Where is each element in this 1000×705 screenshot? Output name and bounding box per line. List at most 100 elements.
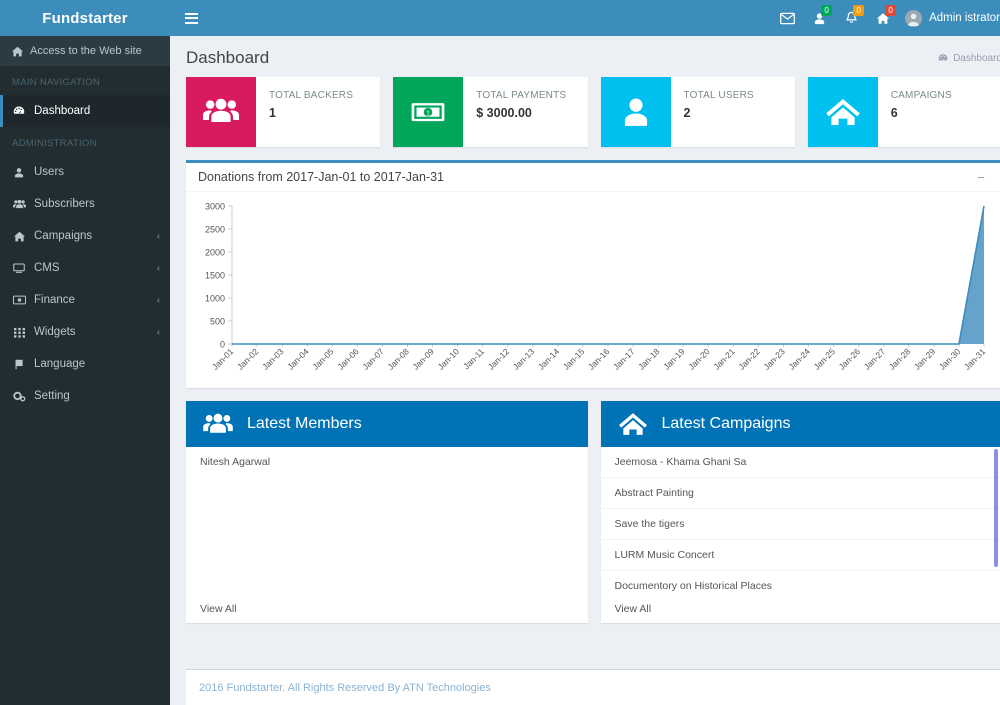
brand-title: Fundstarter xyxy=(42,9,128,27)
list-item[interactable]: LURM Music Concert xyxy=(600,540,1000,571)
sidebar-item-label: Setting xyxy=(34,390,70,402)
list-item[interactable]: Documentory on Historical Places xyxy=(601,571,1000,601)
top-navbar-right: 0 0 0 Admin istrator xyxy=(771,0,1000,36)
stat-body: TOTAL BACKERS 1 xyxy=(256,77,353,147)
stat-box-total-payments[interactable]: 1 TOTAL PAYMENTS $ 3000.00 xyxy=(393,77,588,147)
svg-text:3000: 3000 xyxy=(205,202,225,212)
box-tools: − xyxy=(972,168,990,186)
chart-title: Donations from 2017-Jan-01 to 2017-Jan-3… xyxy=(198,170,444,184)
panel-title: Latest Members xyxy=(247,415,362,432)
stat-box-campaigns[interactable]: CAMPAIGNS 6 xyxy=(807,77,1000,147)
sidebar-item-label: Finance xyxy=(34,294,75,306)
svg-text:500: 500 xyxy=(210,317,225,327)
svg-text:Jan-07: Jan-07 xyxy=(360,346,386,372)
campaigns-list: Jeemosa - Khama Ghani Sa Abstract Painti… xyxy=(600,447,1000,601)
sidebar-item-campaigns[interactable]: Campaigns ‹ xyxy=(0,220,170,252)
monitor-icon xyxy=(12,262,26,274)
svg-text:Jan-19: Jan-19 xyxy=(661,346,687,372)
sidebar-filler xyxy=(0,412,170,705)
sidebar-item-finance[interactable]: Finance ‹ xyxy=(0,284,170,316)
footer: 2016 Fundstarter. All Rights Reserved By… xyxy=(186,669,1000,705)
grid-icon xyxy=(12,327,26,338)
stat-label: CAMPAIGNS xyxy=(890,90,952,101)
page-title: Dashboard xyxy=(186,48,270,67)
svg-text:Jan-14: Jan-14 xyxy=(536,346,562,372)
content-header: Dashboard Dashboard xyxy=(170,36,1000,77)
sidebar-item-label: CMS xyxy=(34,262,60,274)
sidebar-item-label: Dashboard xyxy=(34,105,91,117)
stat-label: TOTAL USERS xyxy=(683,90,754,101)
sidebar-item-widgets[interactable]: Widgets ‹ xyxy=(0,316,170,348)
panel-title: Latest Campaigns xyxy=(661,415,791,432)
top-navbar: 0 0 0 Admin istrator xyxy=(170,0,1000,36)
money-icon xyxy=(12,295,26,305)
envelope-icon[interactable] xyxy=(771,0,803,36)
list-item[interactable]: Jeemosa - Khama Ghani Sa xyxy=(600,447,1000,478)
sidebar-item-cms[interactable]: CMS ‹ xyxy=(0,252,170,284)
list-item[interactable]: Abstract Painting xyxy=(600,478,1000,509)
svg-text:0: 0 xyxy=(220,340,225,350)
stat-icon-wrap xyxy=(807,77,878,147)
svg-text:Jan-05: Jan-05 xyxy=(310,346,336,372)
sidebar-item-users[interactable]: Users xyxy=(0,156,170,188)
stat-icon-wrap xyxy=(600,77,671,147)
members-list: Nitesh Agarwal xyxy=(186,447,588,477)
sidebar-item-dashboard[interactable]: Dashboard xyxy=(0,95,170,127)
menu-toggle-icon[interactable] xyxy=(180,9,203,28)
home-icon xyxy=(618,411,648,437)
sidebar-item-language[interactable]: Language xyxy=(0,348,170,380)
chevron-left-icon: ‹ xyxy=(157,295,160,305)
svg-text:Jan-21: Jan-21 xyxy=(711,346,737,372)
panel-body: Nitesh Agarwal View All xyxy=(186,447,588,623)
scrollbar-track[interactable] xyxy=(994,447,1000,623)
chart-svg: 050010001500200025003000Jan-01 Jan-02 Jan-… xyxy=(205,202,988,372)
user-icon xyxy=(12,167,26,178)
gears-icon xyxy=(12,391,26,402)
home-icon xyxy=(825,97,861,127)
flag-icon xyxy=(12,359,26,370)
stat-box-total-backers[interactable]: TOTAL BACKERS 1 xyxy=(186,77,381,147)
view-all-campaigns-link[interactable]: View All xyxy=(615,603,652,615)
chevron-left-icon: ‹ xyxy=(157,327,160,337)
brand-logo[interactable]: Fundstarter xyxy=(0,0,170,36)
svg-text:Jan-11: Jan-11 xyxy=(461,346,486,371)
collapse-button[interactable]: − xyxy=(972,168,990,186)
box-header: Donations from 2017-Jan-01 to 2017-Jan-3… xyxy=(186,163,1000,192)
svg-text:Jan-26: Jan-26 xyxy=(837,346,863,372)
donations-chart-box: Donations from 2017-Jan-01 to 2017-Jan-3… xyxy=(186,160,1000,388)
svg-text:Jan-24: Jan-24 xyxy=(786,346,812,372)
chevron-left-icon: ‹ xyxy=(157,231,160,241)
sidebar-item-subscribers[interactable]: Subscribers xyxy=(0,188,170,220)
view-all-members-link[interactable]: View All xyxy=(200,603,237,615)
stat-icon-wrap xyxy=(186,77,256,147)
sidebar-access-label: Access to the Web site xyxy=(30,45,142,57)
sidebar-item-setting[interactable]: Setting xyxy=(0,380,170,412)
sidebar-item-access-web-site[interactable]: Access to the Web site xyxy=(0,36,170,66)
flag-icon[interactable]: 0 xyxy=(867,0,899,36)
users-group-icon xyxy=(203,413,233,436)
user-menu[interactable]: Admin istrator xyxy=(899,0,1000,36)
svg-text:Jan-02: Jan-02 xyxy=(235,346,261,372)
donations-chart[interactable]: 0 500 1000 1500 2000 2500 3000 Jan-01 Jan-02 Jan-… xyxy=(186,192,1000,388)
dashboard-icon xyxy=(938,53,948,63)
svg-text:Jan-27: Jan-27 xyxy=(862,346,888,372)
latest-campaigns-panel: Latest Campaigns Jeemosa - Khama Ghani S… xyxy=(600,401,1000,623)
breadcrumb[interactable]: Dashboard xyxy=(938,53,1000,64)
svg-text:Jan-08: Jan-08 xyxy=(385,346,411,372)
stat-box-total-users[interactable]: TOTAL USERS 2 xyxy=(600,77,795,147)
users-icon[interactable]: 0 xyxy=(803,0,835,36)
svg-text:1500: 1500 xyxy=(205,271,225,281)
bell-icon[interactable]: 0 xyxy=(835,0,867,36)
notifications-badge: 0 xyxy=(853,5,865,16)
stat-label: TOTAL BACKERS xyxy=(269,90,354,101)
stat-body: TOTAL PAYMENTS $ 3000.00 xyxy=(463,77,566,147)
home-icon xyxy=(12,231,26,242)
sidebar-section-main-navigation: MAIN NAVIGATION xyxy=(12,77,101,88)
sidebar-item-label: Language xyxy=(34,358,86,370)
list-item[interactable]: Save the tigers xyxy=(600,509,1000,540)
list-item[interactable]: Nitesh Agarwal xyxy=(186,447,588,477)
svg-text:Jan-13: Jan-13 xyxy=(511,346,537,372)
scrollbar-thumb[interactable] xyxy=(994,449,998,567)
svg-text:2000: 2000 xyxy=(205,248,225,258)
home-icon xyxy=(12,46,23,57)
